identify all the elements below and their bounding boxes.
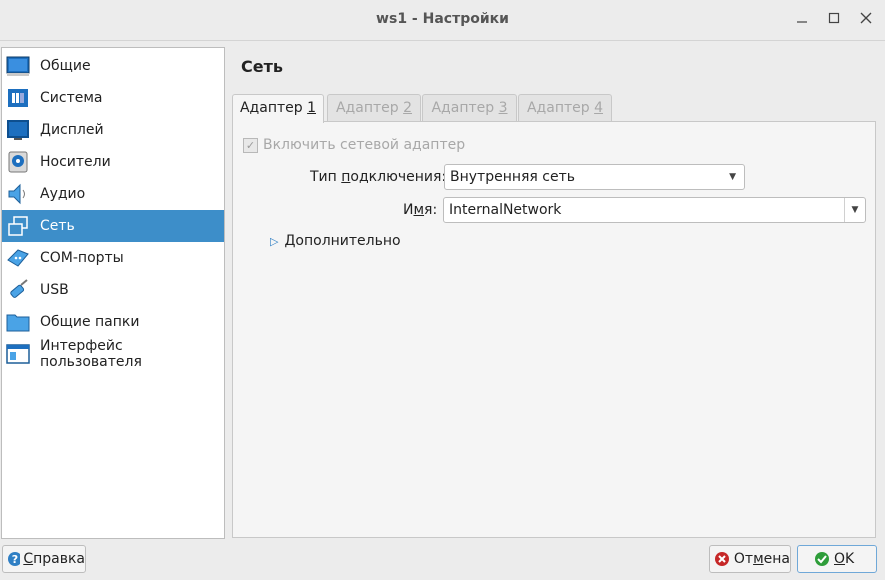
- minimize-icon: [797, 21, 807, 23]
- usb-icon: [6, 278, 30, 302]
- page-title: Сеть: [241, 57, 283, 76]
- sidebar-item-label: Дисплей: [40, 122, 104, 138]
- sidebar-item-label: Система: [40, 90, 103, 106]
- chevron-down-icon: ▼: [729, 172, 736, 182]
- label-part: С: [23, 551, 34, 567]
- system-icon: [6, 86, 30, 110]
- expand-arrow-icon: ▷: [270, 234, 279, 248]
- advanced-label: Дополнительно: [284, 233, 400, 249]
- ok-icon: [815, 552, 829, 566]
- tab-label: Адаптер: [526, 100, 595, 116]
- sidebar-item-shared-folders[interactable]: Общие папки: [2, 306, 224, 338]
- help-icon: ?: [8, 552, 21, 566]
- sidebar-item-audio[interactable]: Аудио: [2, 178, 224, 210]
- label-part: м: [753, 551, 764, 567]
- label-part: правка: [33, 551, 85, 567]
- sidebar-item-network[interactable]: Сеть: [2, 210, 224, 242]
- sidebar-item-label: Носители: [40, 154, 111, 170]
- sidebar-item-label: Общие папки: [40, 314, 140, 330]
- tab-adapter-3[interactable]: Адаптер 3: [422, 94, 517, 121]
- close-icon: [860, 12, 872, 24]
- display-icon: [6, 118, 30, 142]
- sidebar-item-general[interactable]: Общие: [2, 50, 224, 82]
- tab-adapter-1[interactable]: Адаптер 1: [232, 94, 324, 123]
- tab-label-num: 4: [594, 100, 604, 116]
- label-part: ена: [763, 551, 790, 567]
- svg-text:?: ?: [12, 553, 18, 566]
- enable-adapter-label: Включить сетевой адаптер: [263, 137, 466, 153]
- sidebar-item-user-interface[interactable]: Интерфейс пользователя: [2, 338, 224, 370]
- cancel-button[interactable]: От м ена: [709, 545, 791, 573]
- cancel-icon: [715, 552, 729, 566]
- sidebar-item-label: Сеть: [40, 218, 75, 234]
- title-bar: ws1 - Настройки: [0, 0, 885, 41]
- shared-folders-icon: [6, 310, 30, 334]
- close-button[interactable]: [856, 10, 876, 30]
- tab-adapter-2[interactable]: Адаптер 2: [327, 94, 421, 121]
- user-interface-icon: [6, 342, 30, 366]
- settings-sidebar: Общие Система Дисплей Носители Аудио Сет…: [1, 47, 225, 539]
- network-name-input[interactable]: InternalNetwork: [449, 202, 561, 218]
- audio-icon: [6, 182, 30, 206]
- advanced-toggle[interactable]: ▷ Дополнительно: [270, 233, 401, 249]
- label-part: И: [403, 202, 414, 218]
- sidebar-item-display[interactable]: Дисплей: [2, 114, 224, 146]
- chevron-down-icon[interactable]: ▼: [844, 198, 865, 222]
- maximize-button[interactable]: [824, 10, 844, 30]
- enable-adapter-checkbox[interactable]: ✓: [243, 137, 258, 153]
- enable-adapter-row: ✓ Включить сетевой адаптер: [243, 137, 465, 153]
- network-name-label: Имя:: [403, 202, 437, 218]
- network-icon: [6, 214, 30, 238]
- sidebar-item-label: USB: [40, 282, 69, 298]
- tab-label: Адаптер: [335, 100, 404, 116]
- sidebar-item-system[interactable]: Система: [2, 82, 224, 114]
- minimize-button[interactable]: [792, 10, 812, 30]
- tab-label: Адаптер: [431, 100, 499, 116]
- label-part: Д: [284, 233, 296, 249]
- label-part: м: [413, 202, 425, 218]
- sidebar-item-storage[interactable]: Носители: [2, 146, 224, 178]
- attachment-type-select[interactable]: Внутренняя сеть ▼: [444, 164, 745, 190]
- network-name-combo[interactable]: InternalNetwork ▼: [443, 197, 866, 223]
- tab-label-num: 2: [403, 100, 413, 116]
- tab-label: Адаптер: [239, 100, 308, 116]
- sidebar-item-usb[interactable]: USB: [2, 274, 224, 306]
- window-title: ws1 - Настройки: [376, 11, 509, 27]
- attachment-type-label: Тип подключения:: [310, 169, 446, 185]
- sidebar-item-label: Общие: [40, 58, 91, 74]
- label-part: одключения:: [350, 169, 447, 185]
- label-part: ополнительно: [295, 233, 401, 249]
- tab-label-num: 3: [498, 100, 508, 116]
- label-part: От: [733, 551, 754, 567]
- maximize-icon: [828, 12, 840, 24]
- label-part: O: [834, 551, 846, 567]
- tab-adapter-4[interactable]: Адаптер 4: [518, 94, 612, 121]
- storage-icon: [6, 150, 30, 174]
- sidebar-item-serial-ports[interactable]: COM-порты: [2, 242, 224, 274]
- general-icon: [6, 54, 30, 78]
- sidebar-item-label: Интерфейс пользователя: [40, 338, 142, 370]
- help-button[interactable]: ? Справка: [2, 545, 86, 573]
- label-part: я:: [424, 202, 438, 218]
- sidebar-item-label: Аудио: [40, 186, 86, 202]
- label-part: K: [845, 551, 855, 567]
- serial-ports-icon: [6, 246, 30, 270]
- label-part: Тип: [310, 169, 342, 185]
- ok-button[interactable]: OK: [797, 545, 877, 573]
- tab-label-num: 1: [307, 100, 317, 116]
- attachment-type-value: Внутренняя сеть: [450, 169, 576, 185]
- sidebar-item-label: COM-порты: [40, 250, 124, 266]
